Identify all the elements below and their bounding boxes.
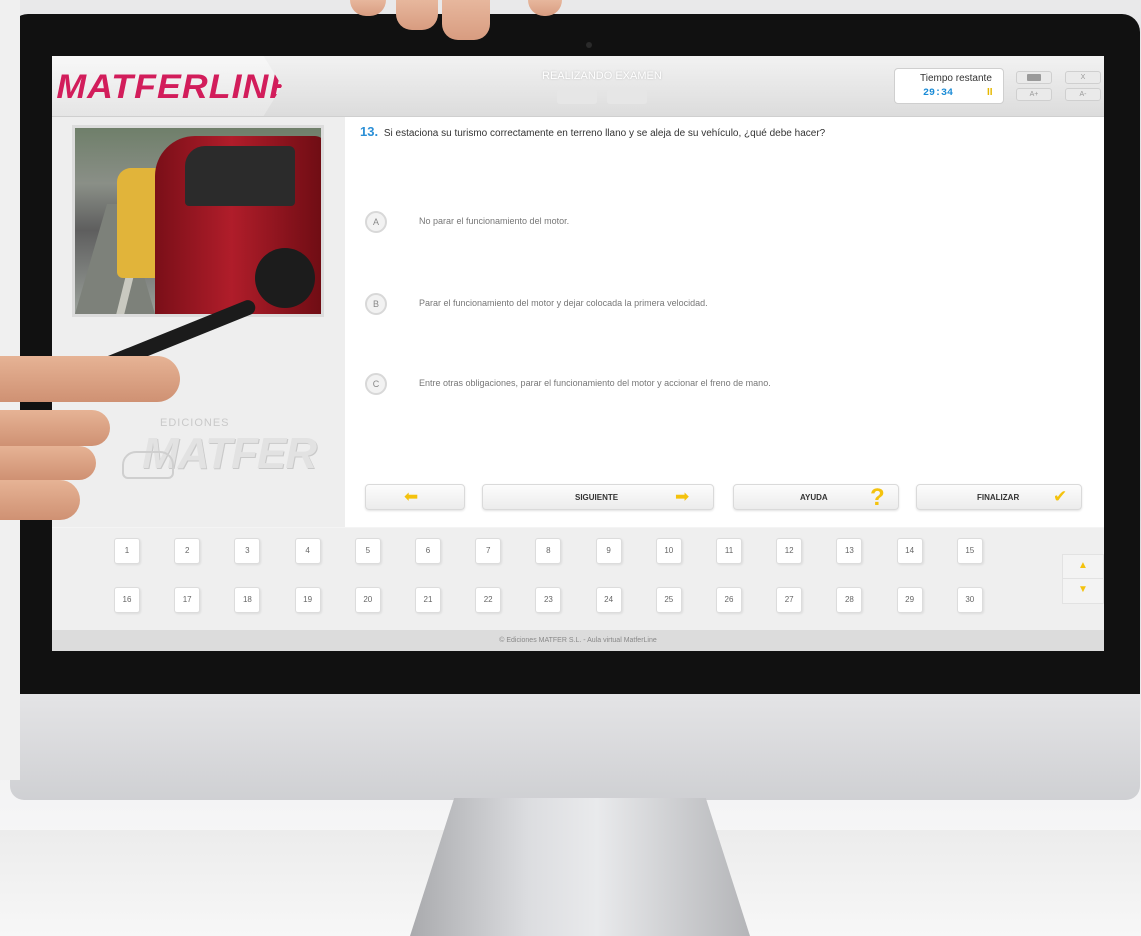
checkmark-icon: ✔ xyxy=(1053,487,1068,506)
camera-icon xyxy=(586,42,592,48)
question-text-row: 13. Si estaciona su turismo correctament… xyxy=(360,124,1090,139)
question-number-button[interactable]: 15 xyxy=(956,538,983,564)
question-number-button[interactable]: 30 xyxy=(956,587,983,613)
answer-letter[interactable]: C xyxy=(365,373,387,395)
question-area: 13. Si estaciona su turismo correctament… xyxy=(345,117,1104,527)
next-button[interactable]: SIGUIENTE ➡ xyxy=(482,484,714,510)
question-number-button[interactable]: 21 xyxy=(415,587,441,613)
question-number-button[interactable]: 10 xyxy=(655,538,682,564)
question-number-button[interactable]: 2 xyxy=(174,538,201,564)
question-number-button[interactable]: 14 xyxy=(896,538,923,564)
pause-icon[interactable]: II xyxy=(987,87,993,98)
question-number-button[interactable]: 27 xyxy=(776,587,803,613)
finish-button[interactable]: FINALIZAR ✔ xyxy=(916,484,1082,510)
answer-text[interactable]: Entre otras obligaciones, parar el funci… xyxy=(419,378,771,388)
footer: © Ediciones MATFER S.L. - Aula virtual M… xyxy=(52,630,1104,651)
back-button[interactable]: ⬅ xyxy=(365,484,465,510)
chevron-down-icon[interactable]: ▼ xyxy=(1062,578,1104,604)
timer-label: Tiempo restante xyxy=(920,73,992,84)
question-image xyxy=(72,125,324,317)
question-number-button[interactable]: 9 xyxy=(595,538,622,564)
question-number-button[interactable]: 22 xyxy=(475,587,502,613)
question-number-button[interactable]: 13 xyxy=(836,538,863,564)
question-number-button[interactable]: 17 xyxy=(174,587,201,613)
help-label: AYUDA xyxy=(800,493,828,502)
hand-with-pen xyxy=(0,297,258,530)
app-screen: MATFERLINE REALIZANDO EXAMEN Tiempo rest… xyxy=(52,56,1104,651)
logo-container: MATFERLINE xyxy=(52,56,282,116)
question-mark-icon: ? xyxy=(870,484,885,511)
question-number-button[interactable]: 4 xyxy=(294,538,321,564)
arrow-right-icon: ➡ xyxy=(675,487,690,506)
question-number-button[interactable]: 29 xyxy=(896,587,923,613)
top-tabs xyxy=(557,90,653,109)
app-logo: MATFERLINE xyxy=(56,68,295,106)
help-button[interactable]: AYUDA ? xyxy=(733,484,899,511)
font-increase-button[interactable]: A+ xyxy=(1016,88,1052,101)
hand-top xyxy=(350,0,562,40)
answer-option-a[interactable]: A No parar el funcionamiento del motor. xyxy=(365,211,1085,237)
question-number-button[interactable]: 7 xyxy=(475,538,502,564)
answer-letter[interactable]: A xyxy=(365,211,387,233)
question-number-button[interactable]: 12 xyxy=(776,538,803,564)
timer-panel: Tiempo restante 29:34 II xyxy=(894,68,1004,104)
answer-letter[interactable]: B xyxy=(365,293,387,315)
question-number-button[interactable]: 25 xyxy=(655,587,682,613)
answer-text[interactable]: No parar el funcionamiento del motor. xyxy=(419,216,569,226)
question-number-button[interactable]: 28 xyxy=(836,587,863,613)
top-bar: MATFERLINE REALIZANDO EXAMEN Tiempo rest… xyxy=(52,56,1104,117)
question-number: 13. xyxy=(360,124,379,139)
answer-option-b[interactable]: B Parar el funcionamiento del motor y de… xyxy=(365,293,1085,319)
question-number-button[interactable]: 3 xyxy=(234,538,261,564)
question-number-button[interactable]: 20 xyxy=(354,587,381,613)
next-label: SIGUIENTE xyxy=(575,493,619,502)
monitor-icon xyxy=(1027,74,1041,81)
monitor-chin xyxy=(10,694,1140,800)
question-number-button[interactable]: 1 xyxy=(114,538,140,564)
question-number-button[interactable]: 26 xyxy=(716,587,742,613)
close-button[interactable]: X xyxy=(1065,71,1101,84)
question-number-button[interactable]: 18 xyxy=(234,587,261,613)
answer-text[interactable]: Parar el funcionamiento del motor y deja… xyxy=(419,298,708,308)
chevron-up-icon[interactable]: ▲ xyxy=(1062,554,1104,580)
finish-label: FINALIZAR xyxy=(977,493,1020,502)
question-number-button[interactable]: 11 xyxy=(716,538,742,564)
monitor-stand xyxy=(410,798,750,936)
question-text: Si estaciona su turismo correctamente en… xyxy=(383,128,826,139)
top-tab[interactable] xyxy=(557,90,597,104)
action-bar: ⬅ SIGUIENTE ➡ AYUDA ? FINALIZAR ✔ xyxy=(365,484,1085,511)
question-number-button[interactable]: 8 xyxy=(535,538,562,564)
timer-value: 29:34 xyxy=(923,88,954,99)
question-number-button[interactable]: 16 xyxy=(114,587,140,613)
answer-option-c[interactable]: C Entre otras obligaciones, parar el fun… xyxy=(365,373,1085,399)
top-tab[interactable] xyxy=(607,90,648,104)
font-decrease-button[interactable]: A- xyxy=(1065,88,1101,101)
exam-title: REALIZANDO EXAMEN xyxy=(542,70,662,82)
question-number-button[interactable]: 24 xyxy=(595,587,622,613)
arrow-left-icon: ⬅ xyxy=(404,487,419,506)
monitor-toggle-button[interactable] xyxy=(1016,71,1052,84)
question-navigator: 1 2 3 4 5 6 7 8 9 10 11 12 13 14 15 16 17 18 19 20 21 22 23 24… xyxy=(52,528,1104,630)
question-number-button[interactable]: 19 xyxy=(294,587,321,613)
question-number-button[interactable]: 5 xyxy=(354,538,381,564)
question-number-button[interactable]: 6 xyxy=(415,538,441,564)
question-number-button[interactable]: 23 xyxy=(535,587,562,613)
